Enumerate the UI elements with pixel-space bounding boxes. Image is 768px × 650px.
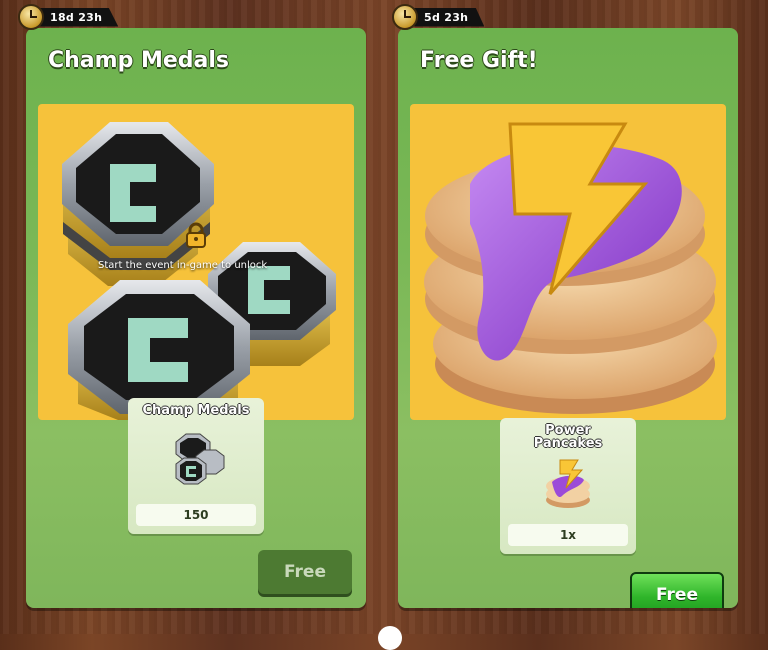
- offer-card-free-gift: Free Gift! Power Pancakes 1x Free: [398, 28, 738, 608]
- power-pancakes-icon: [540, 456, 596, 512]
- offer-art-power-pancakes: [410, 104, 726, 420]
- offer-art-champ-medals: Start the event in-game to unlock: [38, 104, 354, 420]
- champ-medals-icon: [166, 426, 226, 486]
- card-timer: 18d 23h: [18, 4, 119, 30]
- card-timer: 5d 23h: [392, 4, 485, 30]
- reward-item-tile[interactable]: Champ Medals 150: [128, 398, 264, 534]
- power-pancakes-illustration: [424, 122, 717, 414]
- stopwatch-icon: [392, 4, 418, 30]
- lock-message: Start the event in-game to unlock: [98, 260, 268, 271]
- free-button-disabled[interactable]: Free: [258, 550, 352, 594]
- reward-item-quantity: 1x: [508, 524, 628, 546]
- timer-label: 18d 23h: [38, 7, 119, 27]
- page-indicator-dot[interactable]: [378, 626, 402, 650]
- lock-icon: [183, 222, 209, 248]
- reward-item-name: Power Pancakes: [533, 423, 603, 451]
- reward-item-tile[interactable]: Power Pancakes 1x: [500, 418, 636, 554]
- free-button[interactable]: Free: [630, 572, 724, 608]
- timer-label: 5d 23h: [412, 7, 485, 27]
- reward-item-quantity: 150: [136, 504, 256, 526]
- card-title: Champ Medals: [48, 48, 230, 73]
- offer-card-champ-medals: Champ Medals Start the event in-game to …: [26, 28, 366, 608]
- stopwatch-icon: [18, 4, 44, 30]
- reward-item-name: Champ Medals: [142, 403, 250, 418]
- card-title: Free Gift!: [420, 48, 538, 73]
